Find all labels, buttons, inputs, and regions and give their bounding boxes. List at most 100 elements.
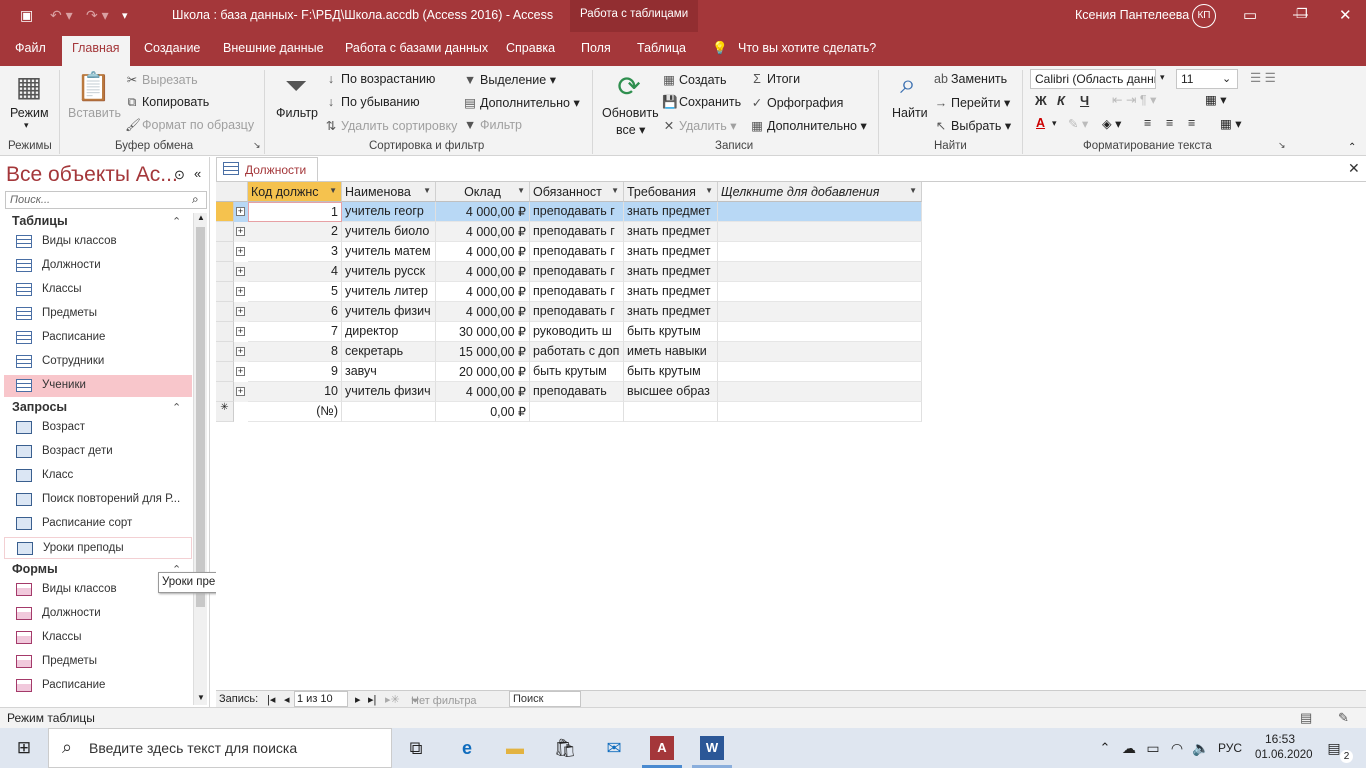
table-row[interactable]: +4 учитель русск 4 000,00 ₽ преподавать г зн…: [216, 262, 922, 282]
table-cell[interactable]: 20 000,00 ₽: [436, 362, 530, 382]
nav-item-query[interactable]: Поиск повторений для Р...: [4, 489, 192, 511]
column-header[interactable]: Требования ▼: [624, 182, 718, 202]
dialog-launcher-icon[interactable]: ↘: [1278, 140, 1286, 151]
table-cell[interactable]: [530, 402, 624, 422]
table-cell[interactable]: учитель геогр: [342, 202, 436, 222]
nav-item-table[interactable]: Классы: [4, 279, 192, 301]
table-cell[interactable]: 0,00 ₽: [436, 402, 530, 422]
bold-button[interactable]: Ж: [1035, 93, 1047, 108]
battery-icon[interactable]: ▭: [1141, 736, 1165, 760]
chevron-down-icon[interactable]: ▼: [329, 186, 337, 195]
selection-button[interactable]: ▼ Выделение ▾: [463, 72, 556, 87]
dialog-launcher-icon[interactable]: ↘: [253, 140, 261, 151]
tab-database-tools[interactable]: Работа с базами данных: [345, 41, 488, 55]
table-cell[interactable]: 8: [248, 342, 342, 362]
tab-fields[interactable]: Поля: [581, 41, 611, 55]
column-header[interactable]: Обязанност ▼: [530, 182, 624, 202]
clock-time[interactable]: 16:53: [1265, 732, 1295, 746]
collapse-ribbon-icon[interactable]: ⌃: [1348, 142, 1356, 153]
table-cell[interactable]: быть крутым: [624, 362, 718, 382]
align-center-icon[interactable]: ≡: [1166, 116, 1173, 130]
nav-item-form[interactable]: Классы: [4, 627, 192, 649]
table-cell-add[interactable]: [718, 262, 922, 282]
nav-search-input[interactable]: Поиск...: [5, 191, 207, 209]
file-explorer-icon[interactable]: ▬: [503, 736, 527, 760]
chevron-down-icon[interactable]: ▾: [1160, 72, 1165, 83]
table-cell[interactable]: 6: [248, 302, 342, 322]
table-cell[interactable]: преподавать г: [530, 202, 624, 222]
table-cell-add[interactable]: [718, 382, 922, 402]
chevron-down-icon[interactable]: ▼: [909, 186, 917, 195]
sort-descending-button[interactable]: ↓ По убыванию: [324, 95, 420, 109]
record-selector[interactable]: [216, 242, 234, 262]
close-document-icon[interactable]: ✕: [1348, 160, 1360, 177]
view-button[interactable]: Режим: [10, 106, 49, 120]
find-button[interactable]: Найти: [892, 106, 928, 120]
table-cell[interactable]: 4 000,00 ₽: [436, 242, 530, 262]
chevron-down-icon[interactable]: ▼: [423, 186, 431, 195]
prev-record-icon[interactable]: ◂: [284, 693, 290, 706]
section-queries[interactable]: Запросы: [12, 400, 67, 414]
tab-create[interactable]: Создание: [144, 41, 200, 55]
chevron-down-icon[interactable]: ▾: [24, 120, 29, 131]
table-cell-add[interactable]: [718, 222, 922, 242]
section-forms[interactable]: Формы: [12, 562, 58, 576]
filter-button[interactable]: Фильтр: [276, 106, 318, 120]
italic-button[interactable]: К: [1057, 93, 1065, 108]
table-row[interactable]: +8 секретарь 15 000,00 ₽ работать с доп имет…: [216, 342, 922, 362]
table-cell[interactable]: учитель литер: [342, 282, 436, 302]
nav-item-query-hover[interactable]: Уроки преподы: [4, 537, 192, 559]
table-cell[interactable]: 4: [248, 262, 342, 282]
datasheet-view-icon[interactable]: ▦: [12, 70, 46, 103]
table-row[interactable]: +5 учитель литер 4 000,00 ₽ преподавать г зн…: [216, 282, 922, 302]
filter-icon[interactable]: ⏷: [280, 70, 312, 103]
expand-subdatasheet-icon[interactable]: +: [236, 327, 245, 336]
table-cell[interactable]: 30 000,00 ₽: [436, 322, 530, 342]
expand-subdatasheet-icon[interactable]: +: [236, 387, 245, 396]
wifi-icon[interactable]: ◠: [1165, 736, 1189, 760]
volume-icon[interactable]: 🔈: [1189, 736, 1213, 760]
table-row[interactable]: +7 директор 30 000,00 ₽ руководить ш быть кр…: [216, 322, 922, 342]
refresh-icon[interactable]: ⟳: [614, 70, 644, 103]
tab-file[interactable]: Файл: [15, 41, 46, 55]
table-cell[interactable]: преподавать г: [530, 242, 624, 262]
chevron-down-icon[interactable]: ▾: [1052, 118, 1057, 129]
font-color-icon[interactable]: A: [1036, 116, 1045, 130]
sort-ascending-button[interactable]: ↓ По возрастанию: [324, 72, 436, 86]
table-cell[interactable]: 9: [248, 362, 342, 382]
table-cell[interactable]: [342, 402, 436, 422]
last-record-icon[interactable]: ▸|: [368, 693, 376, 706]
store-icon[interactable]: 🛍: [553, 736, 577, 760]
table-cell[interactable]: знать предмет: [624, 262, 718, 282]
nav-item-table[interactable]: Предметы: [4, 303, 192, 325]
scroll-down-icon[interactable]: ▼: [197, 693, 205, 702]
windows-start-icon[interactable]: ⊞: [12, 736, 36, 760]
cloud-icon[interactable]: ☁: [1117, 736, 1141, 760]
table-cell[interactable]: учитель физич: [342, 382, 436, 402]
align-left-icon[interactable]: ≡: [1144, 116, 1151, 130]
table-cell[interactable]: 4 000,00 ₽: [436, 202, 530, 222]
table-cell[interactable]: учитель матем: [342, 242, 436, 262]
refresh-all-button[interactable]: Обновить: [602, 106, 659, 120]
nav-item-table-selected[interactable]: Ученики: [4, 375, 192, 397]
save-icon[interactable]: ▣: [20, 7, 33, 24]
table-cell[interactable]: учитель русск: [342, 262, 436, 282]
save-record-button[interactable]: 💾Сохранить: [662, 95, 741, 110]
nav-item-form[interactable]: Должности: [4, 603, 192, 625]
collapse-pane-icon[interactable]: «: [194, 166, 201, 181]
taskbar-search-input[interactable]: ⌕ Введите здесь текст для поиска: [48, 728, 392, 768]
word-icon[interactable]: W: [700, 736, 724, 760]
tab-external-data[interactable]: Внешние данные: [223, 41, 324, 55]
table-cell[interactable]: 5: [248, 282, 342, 302]
table-cell[interactable]: 10: [248, 382, 342, 402]
new-record-icon[interactable]: ✳: [216, 402, 234, 422]
table-cell[interactable]: 4 000,00 ₽: [436, 262, 530, 282]
table-cell[interactable]: работать с доп: [530, 342, 624, 362]
ribbon-display-icon[interactable]: ▭: [1243, 6, 1257, 24]
table-cell[interactable]: секретарь: [342, 342, 436, 362]
new-record-button[interactable]: ▦ Создать: [662, 72, 726, 87]
table-cell[interactable]: 15 000,00 ₽: [436, 342, 530, 362]
expand-subdatasheet-icon[interactable]: +: [236, 287, 245, 296]
table-cell[interactable]: быть крутым: [530, 362, 624, 382]
nav-item-query[interactable]: Возраст: [4, 417, 192, 439]
